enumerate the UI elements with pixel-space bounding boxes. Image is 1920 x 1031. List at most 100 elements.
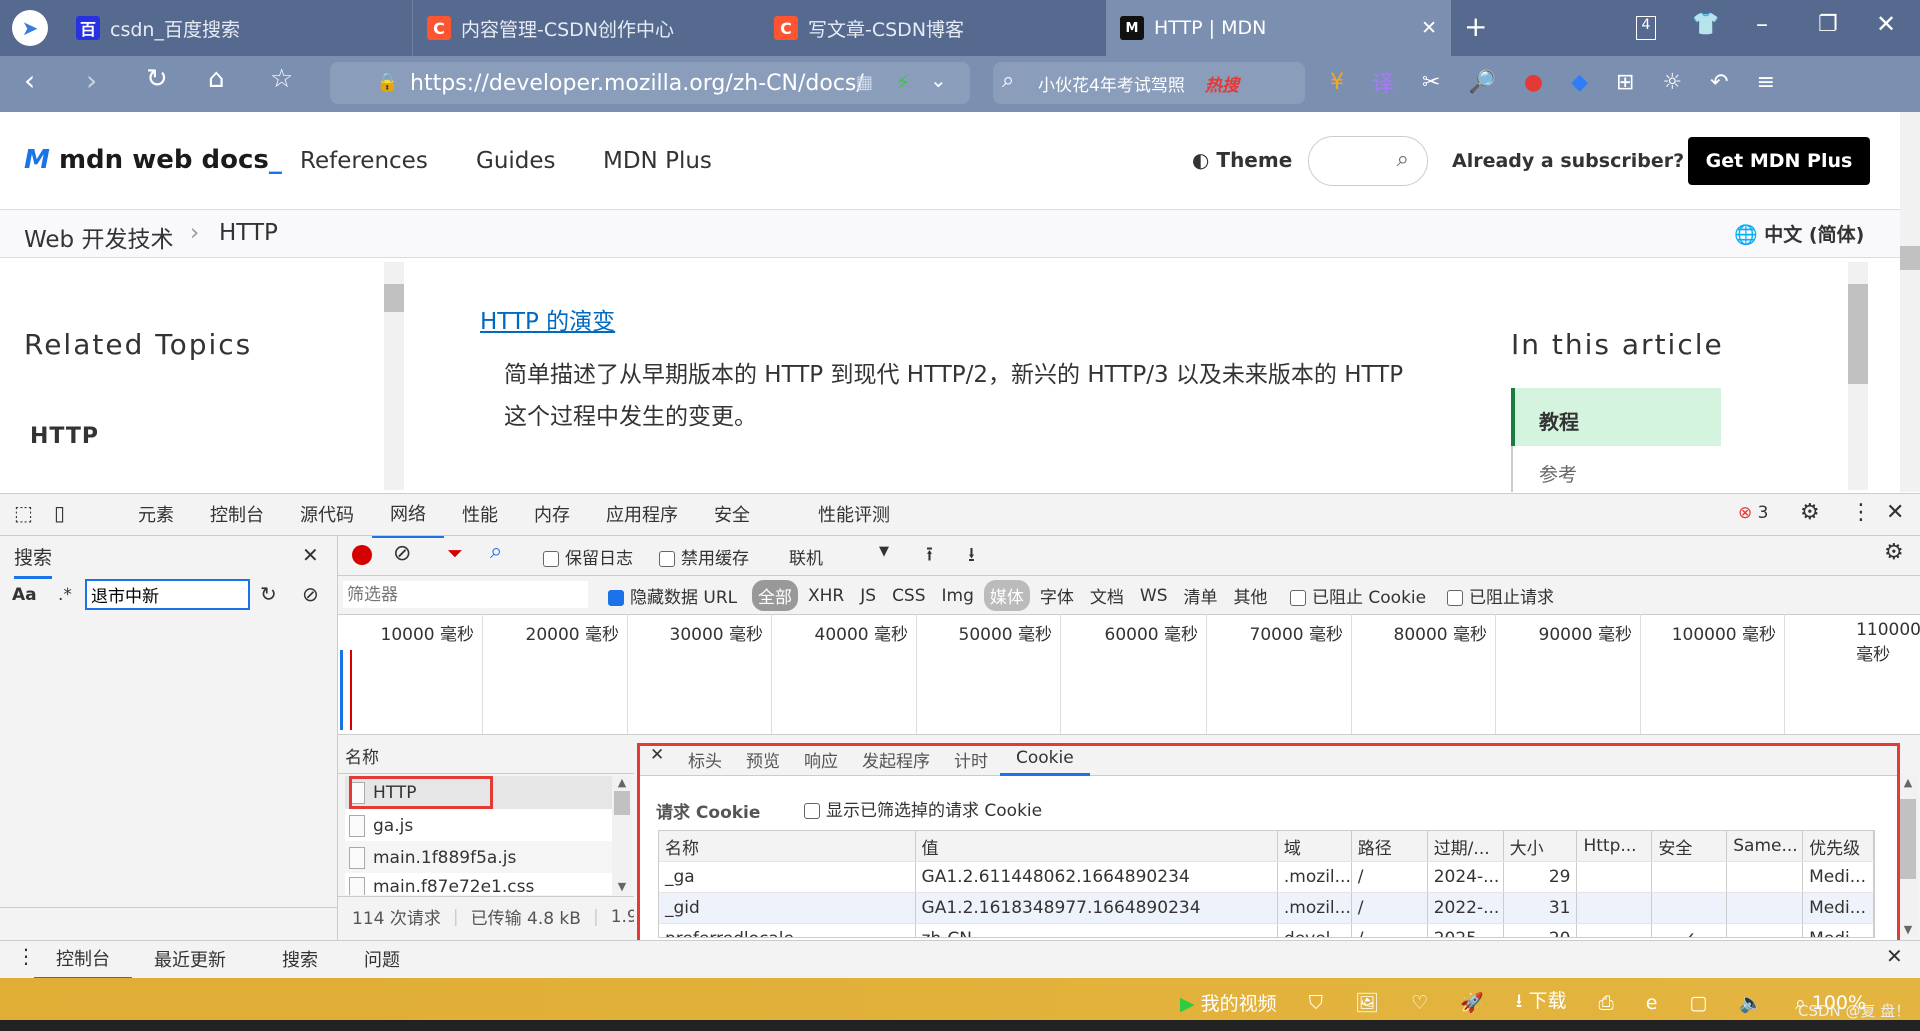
rocket-icon[interactable]: 🚀: [1460, 991, 1484, 1014]
chevron-down-icon[interactable]: ⌄: [930, 68, 947, 92]
clear-search-icon[interactable]: ⊘: [302, 582, 319, 606]
tab-memory[interactable]: 内存: [516, 501, 588, 527]
filter-img[interactable]: Img: [936, 583, 980, 609]
error-count-badge[interactable]: ⊗ 3: [1738, 503, 1768, 523]
magnifier-icon[interactable]: 🔎: [1468, 70, 1495, 95]
settings-gear-icon[interactable]: ⚙: [1800, 500, 1820, 525]
drawer-tab-search[interactable]: 搜索: [248, 946, 340, 972]
minimize-button[interactable]: –: [1756, 10, 1768, 38]
shield-icon[interactable]: ⛉: [1309, 992, 1323, 1014]
apps-grid-icon[interactable]: ⊞: [1616, 70, 1634, 95]
home-icon[interactable]: ⌂: [208, 64, 225, 94]
browser-search-box[interactable]: 小伙花4年考试驾照 热搜: [993, 62, 1305, 104]
related-topic-http[interactable]: HTTP: [30, 424, 99, 449]
get-mdn-plus-button[interactable]: Get MDN Plus: [1688, 137, 1870, 185]
blocked-requests-checkbox[interactable]: 已阻止请求: [1447, 583, 1554, 608]
filter-ws[interactable]: WS: [1134, 583, 1174, 609]
filter-icon[interactable]: ⏷: [447, 541, 463, 565]
toc-scrollbar[interactable]: [1848, 262, 1868, 490]
inspect-element-icon[interactable]: ⬚: [14, 501, 33, 525]
search-query-input[interactable]: [85, 579, 250, 610]
subscriber-link[interactable]: Already a subscriber?: [1452, 150, 1684, 172]
close-tab-icon[interactable]: ✕: [1421, 17, 1437, 39]
browser-logo-icon[interactable]: ➤: [12, 10, 48, 46]
request-row[interactable]: main.f87e72e1.css: [345, 873, 615, 895]
filter-font[interactable]: 字体: [1034, 580, 1080, 611]
filter-js[interactable]: JS: [854, 583, 882, 609]
qr-icon[interactable]: ▦: [856, 72, 873, 93]
regex-toggle[interactable]: .*: [58, 585, 72, 605]
maximize-button[interactable]: ❐: [1818, 12, 1838, 37]
detail-scrollbar[interactable]: ▲ ▼: [1898, 776, 1918, 936]
skin-icon[interactable]: 👕: [1692, 12, 1719, 37]
preserve-log-checkbox[interactable]: 保留日志: [543, 544, 633, 569]
import-har-icon[interactable]: ⭱: [926, 540, 933, 574]
match-case-toggle[interactable]: Aa: [12, 585, 37, 605]
volume-icon[interactable]: 🔈: [1739, 991, 1763, 1014]
new-tab-button[interactable]: +: [1464, 10, 1487, 43]
filter-all[interactable]: 全部: [752, 580, 798, 611]
toc-item-reference[interactable]: 参考: [1511, 446, 1721, 492]
filter-css[interactable]: CSS: [886, 583, 931, 609]
throttling-select[interactable]: 联机 ▼: [789, 544, 889, 569]
requests-name-header[interactable]: 名称: [345, 743, 379, 768]
nav-references[interactable]: References: [300, 148, 428, 174]
network-settings-icon[interactable]: ⚙: [1884, 540, 1904, 565]
tab-elements[interactable]: 元素: [120, 501, 192, 527]
more-options-icon[interactable]: ⋮: [1850, 500, 1872, 525]
filter-media[interactable]: 媒体: [983, 580, 1030, 611]
menu-icon[interactable]: ≡: [1757, 70, 1775, 95]
tab-baidu[interactable]: 百 csdn_百度搜索: [62, 0, 407, 56]
filter-doc[interactable]: 文档: [1084, 580, 1130, 611]
toc-item-tutorial[interactable]: 教程: [1511, 388, 1721, 446]
lock-icon[interactable]: 🔒: [376, 72, 398, 93]
hide-data-urls-checkbox[interactable]: 隐藏数据 URL: [608, 583, 737, 608]
tab-application[interactable]: 应用程序: [588, 501, 696, 527]
tab-security[interactable]: 安全: [696, 501, 768, 527]
search-icon[interactable]: ⌕: [1002, 68, 1014, 93]
nav-mdn-plus[interactable]: MDN Plus: [603, 148, 712, 174]
close-search-icon[interactable]: ✕: [302, 543, 319, 567]
bolt-icon[interactable]: ⚡: [896, 70, 910, 94]
pen-extension-icon[interactable]: ◆: [1571, 70, 1588, 95]
drawer-tab-whats-new[interactable]: 最近更新: [132, 946, 248, 972]
blocked-cookies-checkbox[interactable]: 已阻止 Cookie: [1290, 583, 1426, 608]
tab-count-badge[interactable]: 4: [1636, 16, 1656, 40]
close-drawer-icon[interactable]: ✕: [1886, 944, 1903, 968]
breadcrumb-http[interactable]: HTTP: [219, 220, 278, 246]
request-row[interactable]: main.1f889f5a.js: [345, 841, 615, 874]
tab-csdn-content[interactable]: C 内容管理-CSDN创作中心: [412, 0, 757, 56]
export-har-icon[interactable]: ⭳: [968, 540, 975, 574]
print-icon[interactable]: ⎙: [1599, 992, 1614, 1014]
filter-manifest[interactable]: 清单: [1178, 580, 1224, 611]
back-icon[interactable]: ‹: [24, 64, 35, 97]
shield-yuan-icon[interactable]: ¥: [1330, 70, 1344, 95]
drawer-tab-console[interactable]: 控制台: [34, 938, 132, 980]
search-icon[interactable]: ⌕: [490, 539, 502, 564]
tab-csdn-write[interactable]: C 写文章-CSDN博客: [760, 0, 1105, 56]
drawer-tab-issues[interactable]: 问题: [340, 946, 422, 972]
tab-performance[interactable]: 性能: [444, 501, 516, 527]
record-button[interactable]: [352, 545, 372, 565]
ie-icon[interactable]: e: [1646, 992, 1658, 1014]
tab-sources[interactable]: 源代码: [282, 501, 372, 527]
translate-icon[interactable]: 译: [1372, 66, 1394, 98]
page-scrollbar[interactable]: [1900, 112, 1920, 492]
url-input[interactable]: https://developer.mozilla.org/zh-CN/docs…: [330, 62, 970, 104]
close-window-button[interactable]: ✕: [1876, 10, 1896, 38]
request-list-scrollbar[interactable]: ▲ ▼: [612, 776, 632, 895]
forward-icon[interactable]: ›: [86, 64, 97, 97]
tab-console[interactable]: 控制台: [192, 501, 282, 527]
undo-icon[interactable]: ↶: [1710, 70, 1728, 95]
my-video-button[interactable]: ▶ 我的视频: [1180, 989, 1277, 1016]
bookmark-star-icon[interactable]: ☆: [270, 64, 293, 94]
filter-xhr[interactable]: XHR: [802, 583, 850, 609]
health-icon[interactable]: ♡: [1411, 992, 1428, 1014]
filter-other[interactable]: 其他: [1228, 580, 1274, 611]
filter-input[interactable]: [343, 581, 588, 608]
brightness-icon[interactable]: ☼: [1662, 70, 1682, 95]
window-icon[interactable]: ▢: [1689, 992, 1707, 1014]
sidebar-scrollbar[interactable]: [384, 262, 404, 490]
nav-guides[interactable]: Guides: [476, 148, 556, 174]
device-toolbar-icon[interactable]: ▯: [54, 501, 65, 525]
